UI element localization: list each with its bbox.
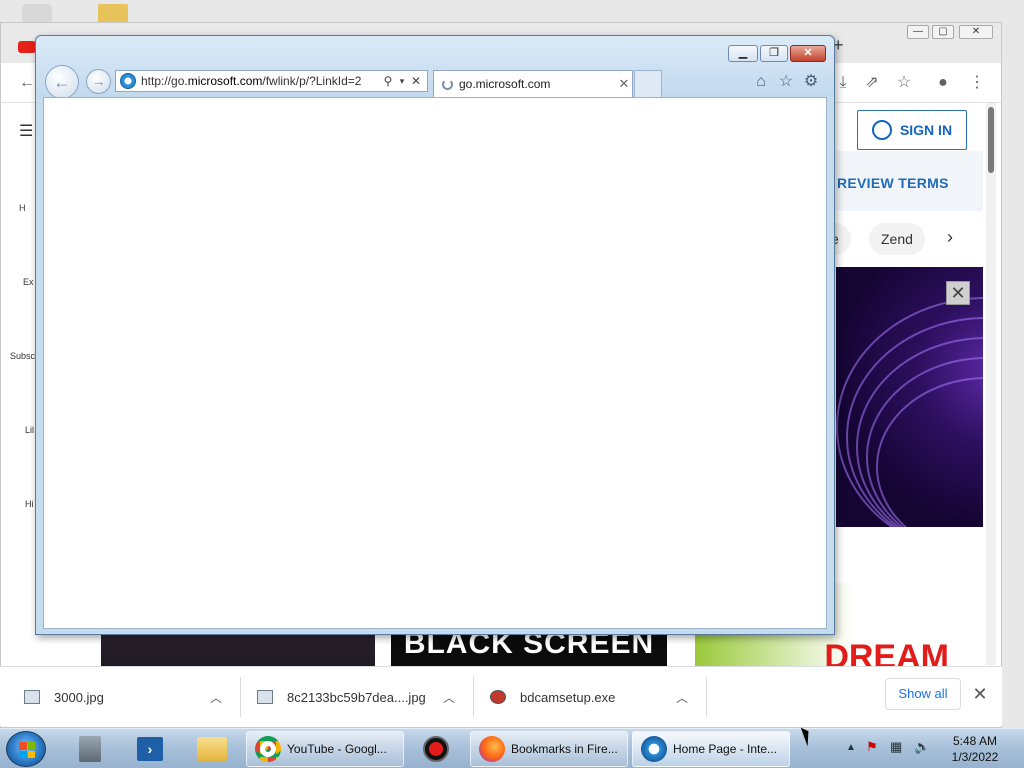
close-icon[interactable]: ✕ xyxy=(970,684,990,704)
desktop-recycle-icon[interactable] xyxy=(22,4,52,24)
task-label: Home Page - Inte... xyxy=(673,742,778,756)
chevron-up-icon[interactable]: ︿ xyxy=(443,689,455,706)
scrollbar-thumb[interactable] xyxy=(988,107,994,173)
kebab-menu-icon[interactable]: ⋮ xyxy=(967,73,987,93)
action-center-icon[interactable]: ⚑ xyxy=(866,739,878,755)
image-file-icon xyxy=(24,690,40,704)
profile-avatar-icon[interactable]: ● xyxy=(933,73,953,93)
start-button[interactable] xyxy=(6,731,46,767)
file-explorer-icon[interactable] xyxy=(186,733,238,765)
download-icon[interactable]: ⤓ xyxy=(833,73,853,93)
taskbar-item-chrome[interactable]: YouTube - Googl... xyxy=(246,731,404,767)
ie-logo-icon xyxy=(120,73,136,89)
ie-restore-button[interactable]: ❐ xyxy=(760,45,788,62)
volume-icon[interactable]: 🔈 xyxy=(914,739,930,755)
share-icon[interactable]: ⇗ xyxy=(862,73,882,93)
dropdown-arrow-icon[interactable]: ▾ xyxy=(395,76,409,87)
ie-tab[interactable]: go.microsoft.com ✕ xyxy=(433,70,633,97)
new-tab-button[interactable] xyxy=(634,70,662,97)
forward-arrow-icon[interactable]: → xyxy=(86,69,111,94)
download-item[interactable]: 3000.jpg ︿ xyxy=(24,667,234,727)
download-filename: 3000.jpg xyxy=(54,689,104,705)
show-hidden-icons-icon[interactable]: ▲ xyxy=(846,742,856,753)
taskbar-item-firefox[interactable]: Bookmarks in Fire... xyxy=(470,731,628,767)
exe-file-icon xyxy=(490,690,506,704)
windows-logo-icon xyxy=(19,742,35,758)
chevron-up-icon[interactable]: ︿ xyxy=(210,689,222,706)
divider xyxy=(706,677,707,717)
show-all-button[interactable]: Show all xyxy=(885,678,961,710)
page-scrollbar[interactable] xyxy=(986,103,996,665)
clock[interactable]: 5:48 AM 1/3/2022 xyxy=(940,733,1010,765)
ad-close-icon[interactable]: ✕ xyxy=(946,281,970,305)
star-icon[interactable]: ☆ xyxy=(777,73,795,91)
ad-banner[interactable] xyxy=(836,267,983,527)
search-icon[interactable]: ⚲ xyxy=(381,74,395,88)
desktop-folder-icon[interactable] xyxy=(98,4,128,24)
gear-icon[interactable]: ⚙ xyxy=(802,73,820,91)
download-item[interactable]: bdcamsetup.exe ︿ xyxy=(490,667,700,727)
ie-minimize-button[interactable]: ▁ xyxy=(728,45,758,62)
chrome-minimize-button[interactable]: — xyxy=(907,25,929,39)
record-icon[interactable] xyxy=(411,733,461,765)
sign-in-label: SIGN IN xyxy=(899,122,953,138)
firefox-icon xyxy=(479,736,505,762)
task-label: Bookmarks in Fire... xyxy=(511,742,618,756)
powershell-icon[interactable]: › xyxy=(124,733,176,765)
back-arrow-icon[interactable]: ← xyxy=(17,73,37,93)
taskbar-item-ie[interactable]: Home Page - Inte... xyxy=(632,731,790,767)
task-label: YouTube - Googl... xyxy=(287,742,387,756)
download-bar: 3000.jpg ︿ 8c2133bc59b7dea....jpg ︿ bdca… xyxy=(0,666,1002,726)
ie-close-button[interactable]: ✕ xyxy=(790,45,826,62)
sidebar-item-subscriptions[interactable]: Subsc xyxy=(10,351,38,361)
clock-date: 1/3/2022 xyxy=(951,750,999,764)
tab-close-icon[interactable]: ✕ xyxy=(616,76,632,92)
youtube-favicon[interactable] xyxy=(18,41,36,53)
network-icon[interactable]: ▦ xyxy=(890,739,902,755)
chevron-up-icon[interactable]: ︿ xyxy=(676,689,688,706)
chrome-close-button[interactable]: ✕ xyxy=(959,25,993,39)
download-item[interactable]: 8c2133bc59b7dea....jpg ︿ xyxy=(257,667,467,727)
back-arrow-icon[interactable]: ← xyxy=(45,65,79,99)
user-avatar-icon xyxy=(871,120,892,140)
stop-icon[interactable]: ✕ xyxy=(409,74,423,88)
server-manager-icon[interactable] xyxy=(64,733,116,765)
divider xyxy=(240,677,241,717)
ie-page-content[interactable] xyxy=(43,97,827,629)
home-icon[interactable]: ⌂ xyxy=(752,73,770,91)
chevron-right-icon[interactable]: › xyxy=(947,227,953,248)
download-filename: bdcamsetup.exe xyxy=(520,689,616,705)
chrome-icon xyxy=(255,736,281,762)
tab-title: go.microsoft.com xyxy=(459,77,551,91)
address-url[interactable]: http://go.microsoft.com/fwlink/p/?LinkId… xyxy=(141,74,381,88)
image-file-icon xyxy=(257,690,273,704)
taskbar: › YouTube - Googl... Bookmarks in Fire..… xyxy=(0,728,1024,768)
loading-spinner-icon xyxy=(442,78,453,90)
divider xyxy=(473,677,474,717)
sign-in-button[interactable]: SIGN IN xyxy=(857,110,967,150)
address-bar[interactable]: http://go.microsoft.com/fwlink/p/?LinkId… xyxy=(115,70,428,92)
thumbnail-overlay-text: DREAM xyxy=(824,638,949,669)
bookmark-star-icon[interactable]: ☆ xyxy=(894,73,914,93)
clock-time: 5:48 AM xyxy=(952,734,998,748)
review-terms-link[interactable]: REVIEW TERMS xyxy=(837,175,949,191)
chrome-maximize-button[interactable]: ▢ xyxy=(932,25,954,39)
download-filename: 8c2133bc59b7dea....jpg xyxy=(287,689,426,705)
filter-chip[interactable]: Zend xyxy=(869,223,925,255)
ie-icon xyxy=(641,736,667,762)
ie-window: ▁ ❐ ✕ ← → http://go.microsoft.com/fwlink… xyxy=(35,35,835,635)
